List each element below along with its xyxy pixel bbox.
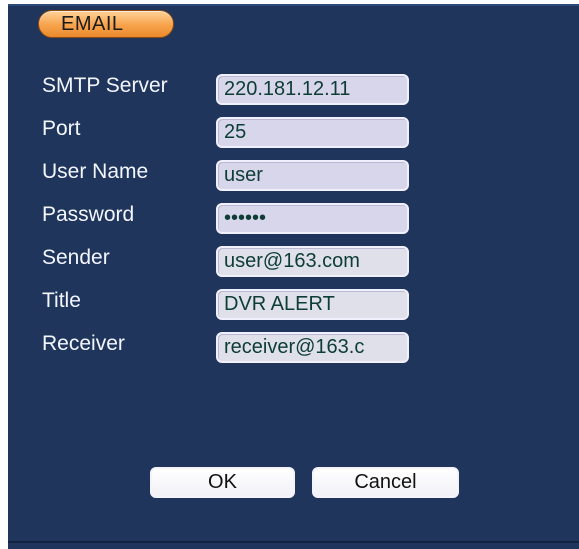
password-label: Password	[42, 203, 135, 226]
email-settings-dialog: EMAIL SMTP Server 220.181.12.11 Port 25 …	[8, 4, 579, 549]
receiver-value: receiver@163.c	[224, 336, 365, 358]
user-name-input[interactable]: user	[216, 160, 409, 191]
password-value: ••••••	[224, 207, 267, 229]
bottom-divider	[8, 541, 579, 543]
title-label: Title	[42, 289, 81, 312]
port-value: 25	[224, 121, 247, 143]
email-tab-label: EMAIL	[61, 13, 124, 35]
receiver-input[interactable]: receiver@163.c	[216, 332, 409, 363]
sender-value: user@163.com	[224, 250, 360, 272]
smtp-server-input[interactable]: 220.181.12.11	[216, 74, 409, 105]
title-input[interactable]: DVR ALERT	[216, 289, 409, 320]
password-input[interactable]: ••••••	[216, 203, 409, 234]
receiver-label: Receiver	[42, 332, 125, 355]
user-name-label: User Name	[42, 160, 149, 183]
ok-button[interactable]: OK	[150, 467, 295, 498]
top-divider	[8, 4, 579, 6]
title-value: DVR ALERT	[224, 293, 335, 315]
smtp-server-value: 220.181.12.11	[224, 78, 351, 100]
sender-label: Sender	[42, 246, 110, 269]
cancel-button[interactable]: Cancel	[312, 467, 459, 498]
port-input[interactable]: 25	[216, 117, 409, 148]
user-name-value: user	[224, 164, 263, 186]
smtp-server-label: SMTP Server	[42, 74, 168, 97]
cancel-button-label: Cancel	[354, 471, 417, 493]
email-tab[interactable]: EMAIL	[38, 10, 174, 38]
ok-button-label: OK	[208, 471, 237, 493]
port-label: Port	[42, 117, 81, 140]
sender-input[interactable]: user@163.com	[216, 246, 409, 277]
